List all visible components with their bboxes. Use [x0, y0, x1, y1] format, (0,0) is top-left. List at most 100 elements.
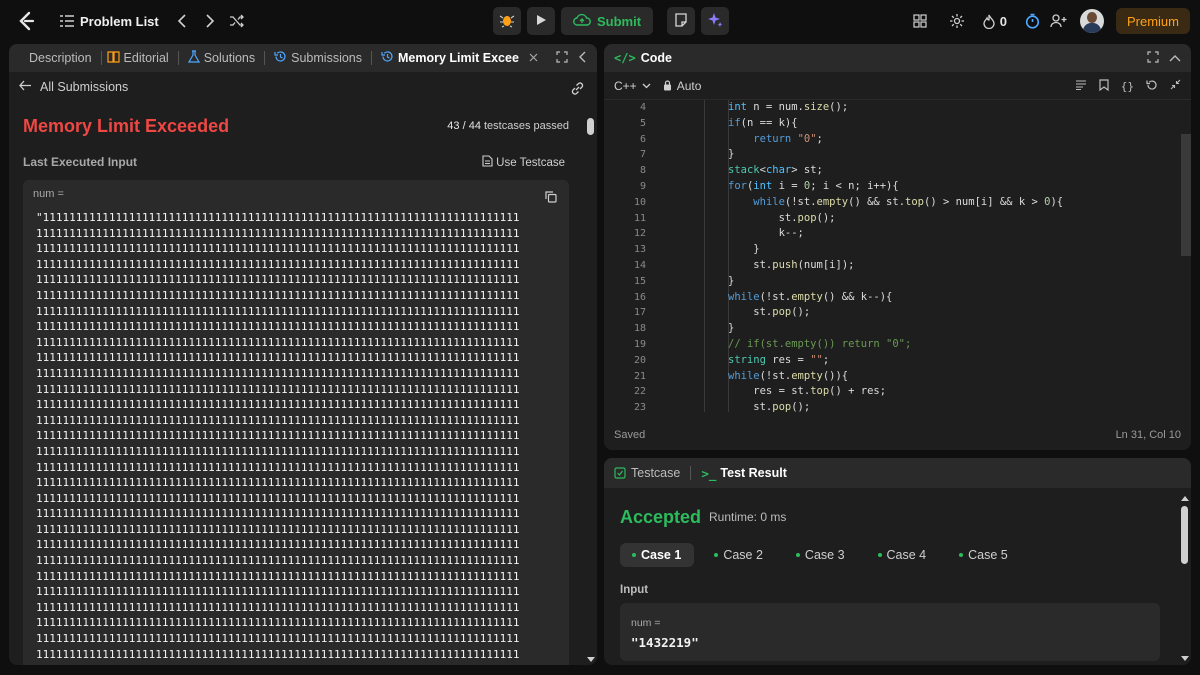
case-tab-4[interactable]: Case 4: [866, 543, 940, 567]
code-header: </> Code: [604, 44, 1191, 72]
close-icon[interactable]: [529, 51, 538, 65]
code-panel-controls: [1147, 44, 1181, 72]
layout-grid-icon[interactable]: [913, 14, 927, 28]
premium-button[interactable]: Premium: [1115, 8, 1190, 34]
editor-tools: {}: [1075, 72, 1181, 100]
testcase-input-box: num = "1432219": [620, 603, 1160, 661]
tab-submissions[interactable]: Submissions: [265, 44, 371, 72]
problem-list-link[interactable]: Problem List: [80, 14, 159, 29]
left-scrollbar[interactable]: [587, 116, 595, 664]
input-label: Input: [620, 584, 649, 596]
list-icon[interactable]: [60, 15, 74, 27]
saved-status: Saved: [614, 429, 646, 441]
code-footer: Saved Ln 31, Col 10: [604, 420, 1191, 450]
passed-count: 43 / 44: [447, 120, 481, 132]
testcases-passed: 43 / 44 testcases passed: [447, 120, 569, 132]
streak-flame-icon[interactable]: [983, 14, 995, 29]
tab-divider: [690, 466, 692, 480]
arrow-left-icon[interactable]: [19, 80, 32, 94]
expand-icon[interactable]: [556, 50, 568, 66]
mode-label: Auto: [676, 78, 702, 93]
runtime-value: Runtime: 0 ms: [709, 510, 787, 524]
chevron-down-icon: [642, 83, 651, 88]
code-content: int n = num.size(); if(n == k){ return "…: [728, 101, 1064, 412]
tab-solutions[interactable]: Solutions: [179, 44, 264, 72]
all-submissions-link[interactable]: All Submissions: [40, 80, 128, 94]
tab-memory-limit-exceeded[interactable]: Memory Limit Excee: [372, 44, 547, 72]
language-select[interactable]: C++: [614, 79, 651, 93]
note-icon: [674, 12, 688, 30]
code-scrollbar[interactable]: [1181, 134, 1191, 256]
tab-test-result-label: Test Result: [720, 466, 787, 480]
left-panel-controls: [556, 44, 587, 72]
chevron-right-icon[interactable]: [205, 14, 215, 28]
last-executed-input-label: Last Executed Input: [23, 155, 138, 169]
input-first-line: "111111111111111111111111111111111111111…: [36, 211, 520, 224]
input-var-label: num =: [33, 188, 64, 200]
timer-icon[interactable]: [1025, 13, 1040, 29]
tab-description[interactable]: Description: [9, 44, 101, 72]
play-icon: [535, 14, 547, 29]
tab-submissions-label: Submissions: [291, 51, 363, 65]
case-tab-3[interactable]: Case 3: [784, 543, 858, 567]
bug-icon: [499, 12, 515, 31]
sparkle-icon: [707, 12, 723, 31]
reset-icon[interactable]: [1146, 79, 1158, 94]
run-button[interactable]: [527, 7, 555, 35]
braces-icon[interactable]: {}: [1121, 80, 1134, 93]
tab-description-label: Description: [29, 51, 92, 65]
input-repeat-lines: 1111111111111111111111111111111111111111…: [36, 226, 520, 665]
tab-memory-limit-exceeded-label: Memory Limit Excee: [398, 51, 519, 65]
result-status: Accepted: [620, 507, 702, 527]
link-icon[interactable]: [570, 81, 585, 99]
copy-icon[interactable]: [545, 190, 557, 208]
chevron-up-icon[interactable]: [1169, 51, 1181, 65]
code-editor[interactable]: 4 5 6 7 8 9 10 11 12 13 14 15 16 17 18 1…: [604, 100, 1191, 412]
shuffle-icon[interactable]: [229, 14, 245, 28]
note-button[interactable]: [667, 7, 696, 35]
auto-mode[interactable]: Auto: [663, 78, 702, 93]
indent-guide: [704, 100, 705, 412]
collapse-chevron-icon[interactable]: [578, 51, 587, 66]
expand-icon[interactable]: [1147, 50, 1159, 66]
use-testcase-button[interactable]: Use Testcase: [482, 155, 565, 170]
case-tab-5[interactable]: Case 5: [947, 543, 1021, 567]
left-scrollbar-thumb[interactable]: [587, 118, 594, 135]
submit-button[interactable]: Submit: [561, 7, 654, 35]
pass-dot-icon: [959, 553, 964, 557]
format-icon[interactable]: [1075, 79, 1087, 93]
cursor-position: Ln 31, Col 10: [1115, 429, 1181, 441]
debug-button[interactable]: [493, 7, 521, 35]
tab-editorial-label: Editorial: [123, 51, 169, 65]
tab-test-result[interactable]: >_ Test Result: [701, 466, 787, 481]
top-navigation-bar: Problem List Submit 0 Premium: [0, 0, 1200, 42]
tab-solutions-label: Solutions: [203, 51, 256, 65]
bookmark-icon[interactable]: [1099, 78, 1109, 94]
scroll-down-arrow-icon[interactable]: [1181, 656, 1189, 661]
testcase-var-value: "1432219": [631, 635, 699, 650]
ai-assistant-button[interactable]: [701, 7, 730, 35]
tab-editorial[interactable]: Editorial: [102, 44, 178, 72]
scroll-up-arrow-icon[interactable]: [1181, 496, 1189, 501]
line-number-gutter: 4 5 6 7 8 9 10 11 12 13 14 15 16 17 18 1…: [633, 102, 646, 412]
leetcode-logo-icon[interactable]: [14, 9, 38, 33]
case-tab-2[interactable]: Case 2: [702, 543, 776, 567]
case-tab-1[interactable]: Case 1: [620, 543, 695, 567]
test-scrollbar-thumb[interactable]: [1181, 506, 1188, 564]
tab-testcase[interactable]: Testcase: [614, 466, 680, 480]
case-tabs: Case 1 Case 2 Case 3 Case 4 Case 5: [620, 543, 1021, 567]
test-tab-bar: Testcase >_ Test Result: [604, 458, 1191, 488]
history-icon: [381, 50, 394, 66]
test-scrollbar[interactable]: [1181, 496, 1189, 661]
chevron-left-icon[interactable]: [177, 14, 187, 28]
case-tab-label: Case 1: [641, 548, 682, 562]
scroll-down-arrow-icon[interactable]: [587, 657, 595, 662]
avatar[interactable]: [1079, 9, 1104, 33]
add-friend-icon[interactable]: [1050, 14, 1068, 28]
gear-icon[interactable]: [949, 13, 965, 29]
code-panel: </> Code C++ Auto {} 4 5 6 7 8 9 10 11 1…: [604, 44, 1191, 450]
collapse-icon[interactable]: [1170, 79, 1181, 93]
streak-count: 0: [999, 13, 1007, 29]
cloud-upload-icon: [573, 13, 591, 29]
terminal-icon: >_: [701, 465, 717, 481]
